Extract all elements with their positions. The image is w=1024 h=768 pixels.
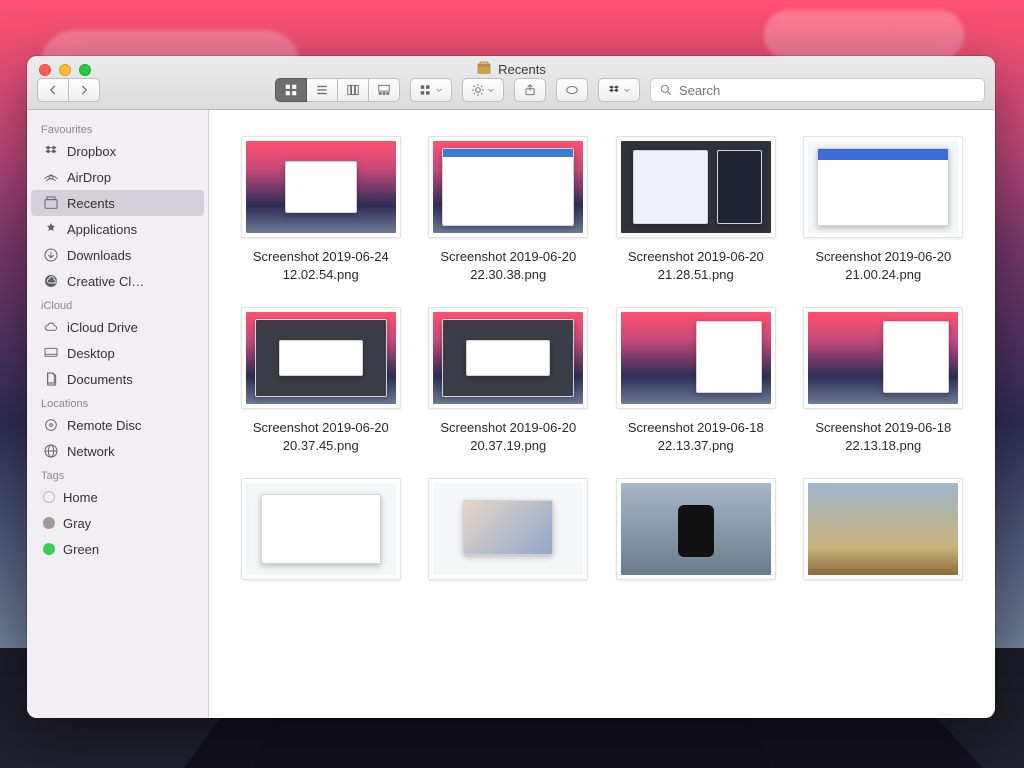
file-item[interactable] [608,478,784,590]
sidebar: Favourites Dropbox AirDrop Recents Appli… [27,110,209,718]
sidebar-item-downloads[interactable]: Downloads [31,242,204,268]
sidebar-item-network[interactable]: Network [31,438,204,464]
file-thumbnail [428,307,588,409]
file-item[interactable] [796,478,972,590]
sidebar-item-label: Green [63,542,99,557]
file-item[interactable]: Screenshot 2019-06-2021.28.51.png [608,136,784,283]
toolbar [27,75,995,105]
content-area[interactable]: Screenshot 2019-06-2412.02.54.png Screens… [209,110,995,718]
sidebar-section-favourites: Favourites [27,118,208,138]
file-thumbnail [616,307,776,409]
sidebar-item-desktop[interactable]: Desktop [31,340,204,366]
file-item[interactable]: Screenshot 2019-06-2412.02.54.png [233,136,409,283]
search-input[interactable] [679,83,976,98]
sidebar-item-label: Documents [67,372,133,387]
view-column-button[interactable] [338,78,369,102]
file-item[interactable] [233,478,409,590]
sidebar-item-label: Gray [63,516,91,531]
file-item[interactable]: Screenshot 2019-06-2020.37.19.png [421,307,597,454]
action-menu-button[interactable] [462,78,504,102]
sidebar-item-iclouddrive[interactable]: iCloud Drive [31,314,204,340]
sidebar-item-tag-home[interactable]: Home [31,484,204,510]
sidebar-item-label: iCloud Drive [67,320,138,335]
sidebar-item-tag-gray[interactable]: Gray [31,510,204,536]
dropbox-toolbar-button[interactable] [598,78,640,102]
sidebar-item-tag-green[interactable]: Green [31,536,204,562]
view-icon-button[interactable] [275,78,307,102]
file-item[interactable]: Screenshot 2019-06-2022.30.38.png [421,136,597,283]
sidebar-section-tags: Tags [27,464,208,484]
file-thumbnail [241,478,401,580]
sidebar-item-label: Home [63,490,98,505]
file-name-label: Screenshot 2019-06-1822.13.37.png [628,419,764,454]
titlebar: Recents [27,56,995,110]
file-name-label: Screenshot 2019-06-2020.37.19.png [440,419,576,454]
sidebar-section-icloud: iCloud [27,294,208,314]
file-item[interactable]: Screenshot 2019-06-1822.13.37.png [608,307,784,454]
tag-dot-icon [43,543,55,555]
sidebar-item-label: Creative Cl… [67,274,144,289]
file-thumbnail [803,307,963,409]
file-item[interactable] [421,478,597,590]
file-thumbnail [241,307,401,409]
file-name-label: Screenshot 2019-06-2022.30.38.png [440,248,576,283]
sidebar-item-label: Remote Disc [67,418,141,433]
sidebar-item-label: Desktop [67,346,115,361]
sidebar-item-label: Recents [67,196,115,211]
file-name-label: Screenshot 2019-06-2412.02.54.png [253,248,389,283]
file-item[interactable]: Screenshot 2019-06-1822.13.18.png [796,307,972,454]
file-name-label: Screenshot 2019-06-1822.13.18.png [815,419,951,454]
file-name-label: Screenshot 2019-06-2021.00.24.png [815,248,951,283]
file-thumbnail [616,478,776,580]
sidebar-section-locations: Locations [27,392,208,412]
sidebar-item-recents[interactable]: Recents [31,190,204,216]
file-thumbnail [428,478,588,580]
search-icon [659,83,673,97]
file-thumbnail [428,136,588,238]
file-thumbnail [803,478,963,580]
file-thumbnail [241,136,401,238]
back-button[interactable] [37,78,69,102]
tag-dot-icon [43,491,55,503]
forward-button[interactable] [69,78,100,102]
file-thumbnail [616,136,776,238]
sidebar-item-label: Network [67,444,115,459]
sidebar-item-creativecloud[interactable]: Creative Cl… [31,268,204,294]
sidebar-item-label: Downloads [67,248,131,263]
sidebar-item-label: Dropbox [67,144,116,159]
tag-dot-icon [43,517,55,529]
view-gallery-button[interactable] [369,78,400,102]
sidebar-item-label: Applications [67,222,137,237]
share-button[interactable] [514,78,546,102]
file-name-label: Screenshot 2019-06-2021.28.51.png [628,248,764,283]
file-name-label: Screenshot 2019-06-2020.37.45.png [253,419,389,454]
sidebar-item-label: AirDrop [67,170,111,185]
group-by-button[interactable] [410,78,452,102]
file-thumbnail [803,136,963,238]
sidebar-item-dropbox[interactable]: Dropbox [31,138,204,164]
view-list-button[interactable] [307,78,338,102]
tags-button[interactable] [556,78,588,102]
icon-grid: Screenshot 2019-06-2412.02.54.png Screens… [209,110,995,590]
sidebar-item-airdrop[interactable]: AirDrop [31,164,204,190]
view-switcher [275,78,400,102]
sidebar-item-applications[interactable]: Applications [31,216,204,242]
sidebar-item-documents[interactable]: Documents [31,366,204,392]
search-field[interactable] [650,78,985,102]
finder-window: Recents [27,56,995,718]
file-item[interactable]: Screenshot 2019-06-2020.37.45.png [233,307,409,454]
sidebar-item-remotedisc[interactable]: Remote Disc [31,412,204,438]
file-item[interactable]: Screenshot 2019-06-2021.00.24.png [796,136,972,283]
